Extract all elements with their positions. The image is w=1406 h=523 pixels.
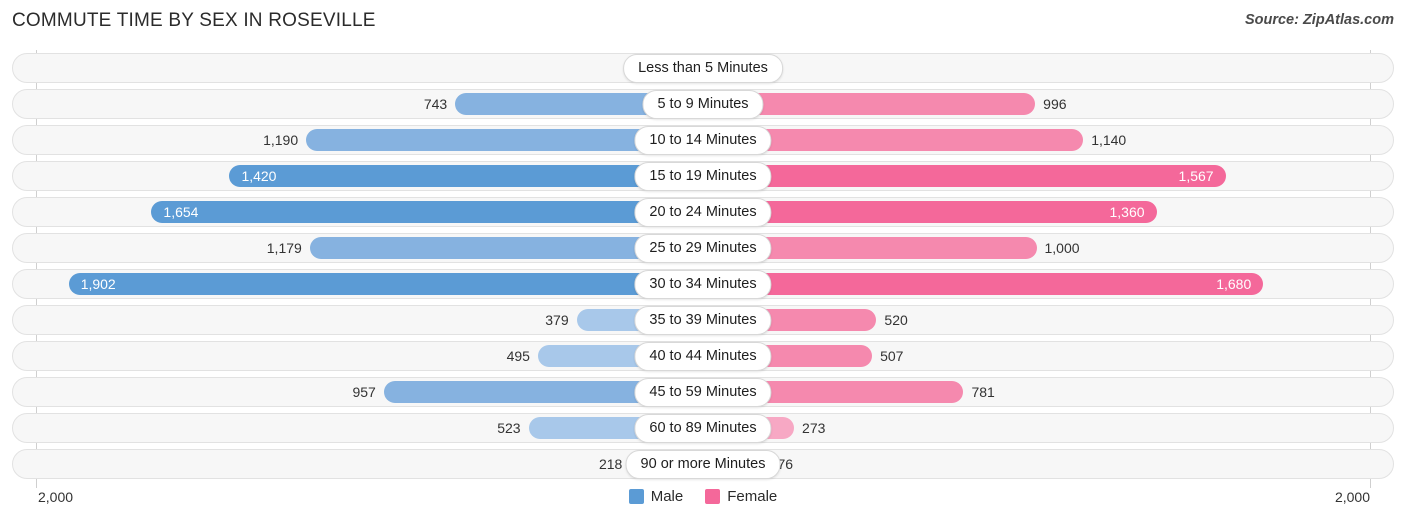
chart-plot-area: 81103Less than 5 Minutes 743 996 5 to 9 Min… [0,50,1406,488]
category-label[interactable]: 10 to 14 Minutes [634,126,772,155]
category-label[interactable]: 30 to 34 Minutes [634,270,772,299]
bar-value-male: 379 [545,312,569,328]
bar-value-male: 1,420 [241,168,277,184]
category-label[interactable]: 20 to 24 Minutes [634,198,772,227]
bar-value-male: 1,654 [163,204,199,220]
bar-male[interactable]: 1,902 [68,273,703,295]
bar-row: 957 781 45 to 59 Minutes [0,374,1406,410]
bar-value-female: 273 [802,420,826,436]
bar-value-male: 1,190 [263,132,299,148]
chart-legend: Male Female [0,488,1406,505]
bar-value-male: 523 [497,420,521,436]
bar-female[interactable]: 1,567 [703,165,1226,187]
bar-value-female: 1,680 [1216,276,1252,292]
bar-row: 1,654 1,360 20 to 24 Minutes [0,194,1406,230]
bar-value-male: 1,902 [80,276,116,292]
bar-row: 1,179 1,000 25 to 29 Minutes [0,230,1406,266]
category-label[interactable]: 90 or more Minutes [625,450,781,479]
bar-value-female: 1,000 [1044,240,1080,256]
page-title: COMMUTE TIME BY SEX IN ROSEVILLE [12,10,376,31]
category-label[interactable]: 25 to 29 Minutes [634,234,772,263]
bar-value-male: 1,179 [266,240,302,256]
category-label[interactable]: Less than 5 Minutes [623,54,783,83]
bar-row: 1,420 1,567 15 to 19 Minutes [0,158,1406,194]
bar-value-female: 1,140 [1091,132,1127,148]
bar-row: 379 520 35 to 39 Minutes [0,302,1406,338]
category-label[interactable]: 5 to 9 Minutes [642,90,764,119]
legend-label-male: Male [650,488,684,505]
bar-value-female: 781 [971,384,995,400]
bar-value-female: 1,360 [1109,204,1145,220]
bar-value-female: 1,567 [1178,168,1214,184]
bar-row: 1,902 1,680 30 to 34 Minutes [0,266,1406,302]
bar-value-female: 996 [1043,96,1067,112]
bar-value-male: 957 [352,384,376,400]
bar-row: 495 507 40 to 44 Minutes [0,338,1406,374]
source-attribution: Source: ZipAtlas.com [1244,12,1394,28]
bar-value-female: 520 [884,312,908,328]
bar-value-male: 495 [506,348,530,364]
bar-row: 81103Less than 5 Minutes [0,50,1406,86]
legend-item-female[interactable]: Female [705,488,777,505]
category-label[interactable]: 45 to 59 Minutes [634,378,772,407]
bar-row: 218 176 90 or more Minutes [0,446,1406,482]
legend-swatch-female-icon [705,489,721,504]
bar-male[interactable]: 1,654 [151,201,703,223]
bar-row: 523 273 60 to 89 Minutes [0,410,1406,446]
bar-male[interactable]: 1,420 [229,165,703,187]
category-label[interactable]: 60 to 89 Minutes [634,414,772,443]
category-label[interactable]: 40 to 44 Minutes [634,342,772,371]
legend-item-male[interactable]: Male [628,488,684,505]
category-label[interactable]: 15 to 19 Minutes [634,162,772,191]
category-label[interactable]: 35 to 39 Minutes [634,306,772,335]
legend-label-female: Female [727,488,778,505]
bar-rows-container: 81103Less than 5 Minutes 743 996 5 to 9 Min… [0,50,1406,482]
bar-row: 1,190 1,140 10 to 14 Minutes [0,122,1406,158]
bar-value-female: 507 [880,348,904,364]
bar-row: 743 996 5 to 9 Minutes [0,86,1406,122]
bar-value-male: 218 [598,456,623,472]
bar-value-male: 743 [423,96,448,112]
bar-female[interactable]: 1,680 [703,273,1264,295]
legend-swatch-male-icon [628,489,644,504]
